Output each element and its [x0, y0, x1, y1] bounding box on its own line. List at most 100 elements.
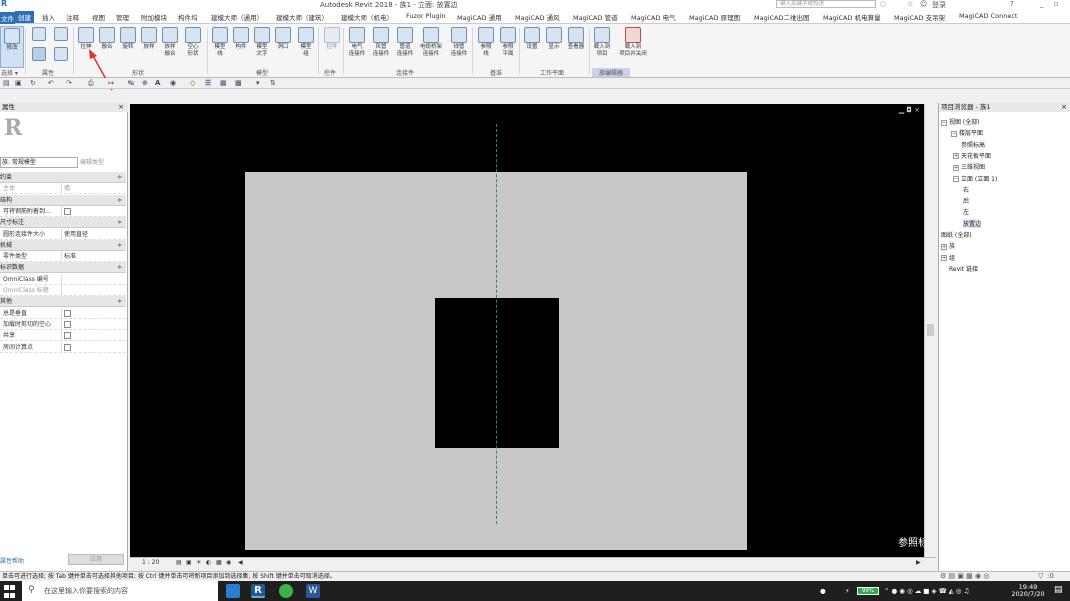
duct-connector-button[interactable]: 风管 连接件	[369, 26, 393, 68]
property-row[interactable]: 圆形连接件大小 使用直径	[0, 228, 126, 240]
tab-addins[interactable]: 附加模块	[141, 12, 167, 22]
close-hidden-icon[interactable]: ▦	[220, 79, 227, 87]
tab-magicad-hangers[interactable]: MagiCAD 支吊架	[894, 12, 945, 22]
tag-icon[interactable]: ⊕	[142, 79, 148, 87]
modify-button[interactable]: 修改	[0, 26, 24, 68]
browser-node[interactable]: 后	[963, 196, 969, 205]
properties-button[interactable]	[27, 46, 51, 64]
browser-node[interactable]: − 立面 (立面 1)	[953, 174, 997, 183]
select-dropdown[interactable]: 选择 ▾	[1, 68, 18, 77]
opening-button[interactable]: 洞口	[271, 26, 295, 68]
conduit-connector-button[interactable]: 线管 连接件	[447, 26, 471, 68]
browser-node[interactable]: + 三维视图	[953, 162, 985, 171]
redo-icon[interactable]: ↷	[66, 79, 72, 87]
collapse-icon[interactable]: −	[953, 176, 959, 182]
view-window-controls[interactable]: ▁ ◘ ×	[899, 106, 920, 114]
collapse-group-icon[interactable]: ≑	[117, 240, 122, 251]
filter-icon[interactable]: ▽	[1038, 572, 1043, 581]
tray-icons[interactable]: ⌃ ● ◉ ◎ ☁ ■ ◈ ☎ ◭ ◎ ♫	[884, 587, 969, 595]
property-value[interactable]	[61, 205, 125, 217]
show-workplane-button[interactable]: 显示	[542, 26, 566, 68]
status-bar-icons[interactable]: ⚙ ▤ ▣ ▦ ◉ ◎	[940, 572, 989, 581]
collapse-icon[interactable]: −	[951, 130, 957, 137]
set-workplane-button[interactable]: 设置	[520, 26, 544, 68]
print-icon[interactable]: ⎙	[88, 79, 94, 88]
property-group-header[interactable]: 其他 ≑	[0, 296, 126, 308]
property-row[interactable]: 零件类型 标准	[0, 251, 126, 263]
revit-app-icon[interactable]: R	[1, 0, 7, 8]
scale-selector[interactable]: 1 : 20	[142, 559, 159, 566]
tab-magicad-schematic[interactable]: MagiCAD 原理图	[689, 12, 740, 22]
expand-icon[interactable]: +	[941, 243, 947, 250]
revit-taskbar-icon[interactable]: R	[251, 584, 265, 598]
collapse-icon[interactable]: −	[941, 119, 947, 126]
expand-icon[interactable]: +	[953, 153, 959, 160]
property-value[interactable]	[61, 318, 125, 330]
close-icon[interactable]: ×	[1061, 103, 1067, 111]
load-into-project-button[interactable]: 载入到 项目	[590, 26, 614, 68]
sync-icon[interactable]: ↻	[30, 79, 36, 87]
family-category-button[interactable]	[27, 26, 51, 44]
tray-app-icon[interactable]: ●	[820, 587, 826, 595]
collapse-group-icon[interactable]: ≑	[117, 217, 122, 228]
scroll-right-icon[interactable]: ▶	[916, 559, 921, 566]
tab-file[interactable]: 文件	[0, 12, 15, 24]
browser-node[interactable]: + 组	[941, 253, 955, 262]
property-group-header[interactable]: 机械 ≑	[0, 239, 126, 251]
property-value[interactable]	[61, 341, 125, 353]
property-value[interactable]	[61, 330, 125, 342]
browser-node[interactable]: + 族	[941, 241, 955, 250]
3d-view-icon[interactable]: ◉	[170, 79, 176, 87]
property-row[interactable]: 共享	[0, 330, 126, 342]
tab-magicad-qto[interactable]: MagiCAD 机电算量	[823, 12, 881, 22]
power-icon[interactable]: ⚡	[845, 587, 850, 595]
apply-button[interactable]: 应用	[68, 554, 124, 565]
swept-blend-button[interactable]: 放样 融合	[158, 26, 182, 68]
user-icon[interactable]: ☺	[920, 0, 927, 8]
type-selector[interactable]: 族: 常规模型	[0, 157, 78, 168]
property-checkbox[interactable]	[64, 207, 71, 215]
section-icon[interactable]: ◇	[190, 79, 195, 87]
tab-annotate[interactable]: 注释	[66, 12, 79, 22]
collapse-group-icon[interactable]: ≑	[117, 172, 122, 183]
property-checkbox[interactable]	[64, 332, 71, 340]
save-icon[interactable]: ▣	[15, 79, 22, 87]
text-icon[interactable]: A	[155, 79, 160, 87]
browser-node[interactable]: 左	[963, 207, 969, 216]
tab-magicad-connect[interactable]: MagiCAD Connect	[959, 12, 1017, 20]
star-icon[interactable]: ☆	[907, 0, 913, 8]
browser-node[interactable]: 右	[963, 185, 969, 194]
tab-modeling-arch[interactable]: 建模大师（建筑）	[276, 12, 328, 22]
property-row[interactable]: 可将钢筋附着到...	[0, 205, 126, 217]
detail-level-icon[interactable]: ▤	[176, 559, 182, 566]
tab-magicad-vent[interactable]: MagiCAD 通风	[515, 12, 560, 22]
sun-path-icon[interactable]: ☀	[196, 559, 201, 566]
dimension-icon[interactable]: ↹	[128, 79, 134, 87]
property-row[interactable]: 总是垂直	[0, 307, 126, 319]
property-row[interactable]: OmniClass 标题	[0, 285, 126, 296]
tab-view[interactable]: 视图	[92, 12, 105, 22]
battery-indicator[interactable]: 99%	[857, 587, 879, 595]
reveal-hidden-icon[interactable]: ◉	[226, 559, 231, 566]
reference-line-button[interactable]: 参照 线	[474, 26, 498, 68]
expand-icon[interactable]: +	[941, 255, 947, 262]
tab-insert[interactable]: 插入	[42, 12, 55, 22]
cable-tray-connector-button[interactable]: 电缆桥架 连接件	[419, 26, 443, 68]
reference-plane-button[interactable]: 参照 平面	[496, 26, 520, 68]
tab-magicad-elec[interactable]: MagiCAD 电气	[631, 12, 676, 22]
browser-node[interactable]: + 天花板平面	[953, 151, 991, 160]
tab-component-dock[interactable]: 构件坞	[178, 12, 198, 22]
load-into-project-close-button[interactable]: 载入到 项目并关闭	[616, 26, 650, 68]
wechat-icon[interactable]	[279, 584, 293, 598]
viewer-button[interactable]: 查看器	[564, 26, 588, 68]
tab-fuzor[interactable]: Fuzor Plugin	[406, 12, 446, 20]
family-types-button[interactable]	[49, 26, 73, 44]
property-checkbox[interactable]	[64, 309, 71, 317]
drawing-area[interactable]: ▁ ◘ × 参照标	[130, 104, 928, 557]
property-value[interactable]: 使用直径	[61, 228, 125, 240]
crop-view-icon[interactable]: ▦	[216, 559, 222, 566]
property-row[interactable]: 房间计算点	[0, 341, 126, 353]
pipe-connector-button[interactable]: 管道 连接件	[393, 26, 417, 68]
type-properties-button[interactable]	[49, 46, 73, 64]
browser-node[interactable]: Revit 链接	[949, 264, 978, 273]
